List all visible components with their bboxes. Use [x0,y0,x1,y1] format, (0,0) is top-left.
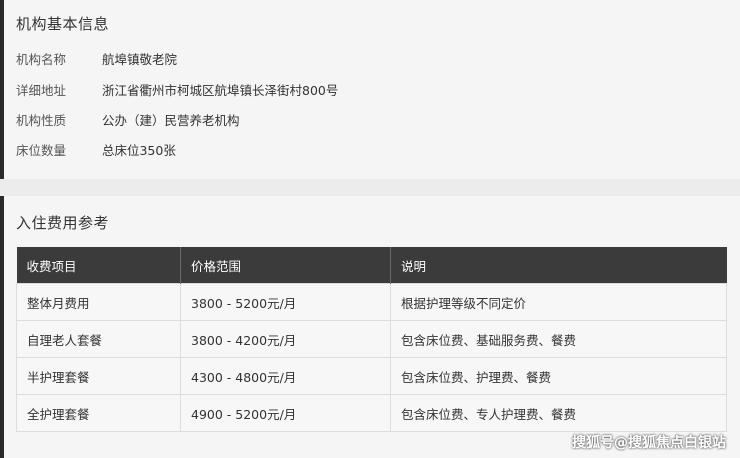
info-label: 床位数量 [16,143,67,158]
info-label: 详细地址 [16,83,67,98]
fee-price: 3800 - 4200元/月 [180,320,391,358]
fee-price: 4300 - 4800元/月 [180,357,391,395]
fee-note: 根据护理等级不同定价 [390,283,727,321]
watermark-text: 搜狐号@搜狐焦点白银站 [572,435,726,451]
fee-item: 全护理套餐 [16,394,181,432]
fee-note: 包含床位费、专人护理费、餐费 [390,394,727,432]
info-row-nature: 机构性质 公办（建）民营养老机构 [16,110,240,129]
table-row: 自理老人套餐 3800 - 4200元/月 包含床位费、基础服务费、餐费 [16,320,727,358]
info-value: 总床位350张 [101,143,176,158]
section-divider [0,179,740,196]
fee-item: 自理老人套餐 [16,320,181,358]
column-header-note: 说明 [390,247,727,284]
fees-card: 入住费用参考 收费项目 价格范围 说明 整体月费用 3800 - 5200元/月… [0,196,740,458]
basic-info-card: 机构基本信息 机构名称 航埠镇敬老院 详细地址 浙江省衢州市柯城区航埠镇长泽街村… [0,0,740,179]
info-value: 公办（建）民营养老机构 [101,113,240,128]
info-label: 机构名称 [16,52,67,67]
table-row: 整体月费用 3800 - 5200元/月 根据护理等级不同定价 [16,283,727,321]
fee-price: 3800 - 5200元/月 [180,283,391,321]
info-row-address: 详细地址 浙江省衢州市柯城区航埠镇长泽街村800号 [16,80,338,99]
info-row-name: 机构名称 航埠镇敬老院 [16,49,177,68]
info-value: 航埠镇敬老院 [101,52,177,67]
table-row: 半护理套餐 4300 - 4800元/月 包含床位费、护理费、餐费 [16,357,727,395]
fees-table: 收费项目 价格范围 说明 整体月费用 3800 - 5200元/月 根据护理等级… [16,247,727,432]
column-header-item: 收费项目 [16,247,181,284]
info-row-beds: 床位数量 总床位350张 [16,140,176,159]
info-value: 浙江省衢州市柯城区航埠镇长泽街村800号 [101,83,339,98]
fee-note: 包含床位费、护理费、餐费 [390,357,727,395]
basic-info-title: 机构基本信息 [16,15,110,33]
table-row: 全护理套餐 4900 - 5200元/月 包含床位费、专人护理费、餐费 [16,394,727,432]
column-header-price: 价格范围 [180,247,391,284]
fee-price: 4900 - 5200元/月 [180,394,391,432]
info-label: 机构性质 [16,113,67,128]
fees-header-row: 收费项目 价格范围 说明 [16,247,727,284]
fees-title: 入住费用参考 [16,214,110,232]
fee-note: 包含床位费、基础服务费、餐费 [390,320,727,358]
fee-item: 半护理套餐 [16,357,181,395]
fee-item: 整体月费用 [16,283,181,321]
